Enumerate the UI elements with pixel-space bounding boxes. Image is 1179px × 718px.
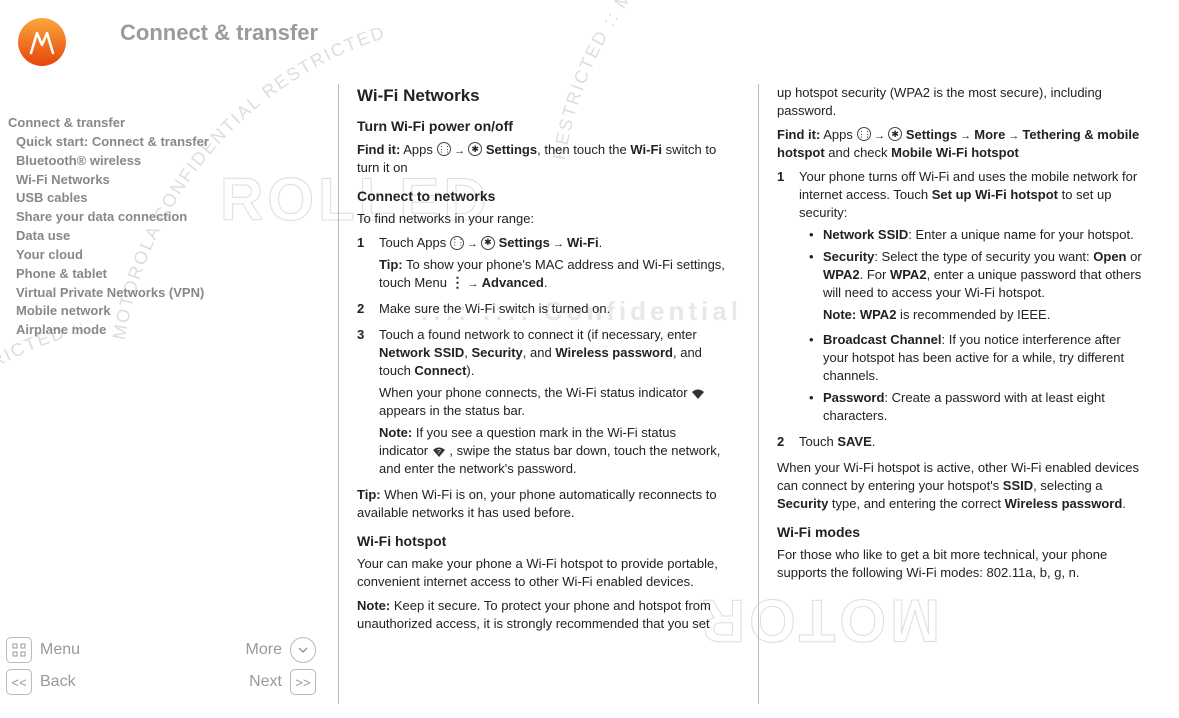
gear-icon xyxy=(481,236,495,250)
step-3: 3 Touch a found network to connect it (i… xyxy=(357,326,728,482)
step-2: 2 Touch SAVE. xyxy=(777,433,1148,455)
text: To find networks in your range: xyxy=(357,210,728,228)
page-title: Connect & transfer xyxy=(120,20,318,46)
bullet-broadcast: • Broadcast Channel: If you notice inter… xyxy=(799,331,1148,385)
apps-icon xyxy=(857,127,871,141)
gear-icon xyxy=(468,142,482,156)
step-2: 2 Make sure the Wi-Fi switch is turned o… xyxy=(357,300,728,322)
hotspot-note: Note: Keep it secure. To protect your ph… xyxy=(357,597,728,633)
toc-item[interactable]: Your cloud xyxy=(0,246,250,265)
bullet-ssid: • Network SSID: Enter a unique name for … xyxy=(799,226,1148,244)
sidebar-toc: Connect & transfer Quick start: Connect … xyxy=(0,114,250,340)
find-it-line: Find it: Apps → Settings → More → Tether… xyxy=(777,126,1148,162)
toc-item[interactable]: Mobile network xyxy=(0,302,250,321)
toc-item[interactable]: Bluetooth® wireless xyxy=(0,152,250,171)
next-label[interactable]: Next xyxy=(249,673,282,691)
step-1: 1 Touch Apps → Settings → Wi-Fi. Tip: To… xyxy=(357,234,728,296)
heading-wifi-modes: Wi-Fi modes xyxy=(777,523,1148,542)
more-label[interactable]: More xyxy=(246,641,282,659)
apps-icon xyxy=(437,142,451,156)
svg-text:?: ? xyxy=(437,449,441,456)
toc-item[interactable]: Phone & tablet xyxy=(0,265,250,284)
heading-hotspot: Wi-Fi hotspot xyxy=(357,532,728,551)
toc-item[interactable]: Wi-Fi Networks xyxy=(0,171,250,190)
text: Your can make your phone a Wi-Fi hotspot… xyxy=(357,555,728,591)
heading-wifi-networks: Wi-Fi Networks xyxy=(357,84,728,107)
column-left: Wi-Fi Networks Turn Wi-Fi power on/off F… xyxy=(338,84,738,704)
toc-item[interactable]: Quick start: Connect & transfer xyxy=(0,133,250,152)
step-1: 1 Your phone turns off Wi-Fi and uses th… xyxy=(777,168,1148,429)
bullet-security: • Security: Select the type of security … xyxy=(799,248,1148,328)
column-right: up hotspot security (WPA2 is the most se… xyxy=(758,84,1158,704)
text: For those who like to get a bit more tec… xyxy=(777,546,1148,582)
back-label[interactable]: Back xyxy=(40,673,76,691)
toc-item[interactable]: Share your data connection xyxy=(0,208,250,227)
find-it-line: Find it: Apps → Settings, then touch the… xyxy=(357,141,728,177)
menu-icon[interactable] xyxy=(6,637,32,663)
toc-item[interactable]: Airplane mode xyxy=(0,321,250,340)
gear-icon xyxy=(888,127,902,141)
next-icon[interactable]: >> xyxy=(290,669,316,695)
tip-reconnect: Tip: When Wi-Fi is on, your phone automa… xyxy=(357,486,728,522)
more-icon[interactable] xyxy=(290,637,316,663)
heading-turn-wifi: Turn Wi-Fi power on/off xyxy=(357,117,728,136)
content-columns: Wi-Fi Networks Turn Wi-Fi power on/off F… xyxy=(338,84,1168,704)
bullet-password: • Password: Create a password with at le… xyxy=(799,389,1148,425)
text-hotspot-active: When your Wi-Fi hotspot is active, other… xyxy=(777,459,1148,513)
apps-icon xyxy=(450,236,464,250)
back-icon[interactable]: << xyxy=(6,669,32,695)
toc-item[interactable]: Virtual Private Networks (VPN) xyxy=(0,284,250,303)
toc-item[interactable]: Connect & transfer xyxy=(0,114,250,133)
heading-connect-networks: Connect to networks xyxy=(357,187,728,206)
menu-label[interactable]: Menu xyxy=(40,641,80,659)
nav-footer: Menu More << Back Next >> xyxy=(6,631,316,701)
toc-item[interactable]: USB cables xyxy=(0,189,250,208)
text-continuation: up hotspot security (WPA2 is the most se… xyxy=(777,84,1148,120)
toc-item[interactable]: Data use xyxy=(0,227,250,246)
menu-dots-icon: ⋮ xyxy=(451,276,465,290)
wifi-status-icon xyxy=(691,385,705,400)
wifi-question-icon: ? xyxy=(432,443,450,458)
motorola-logo xyxy=(18,18,66,66)
